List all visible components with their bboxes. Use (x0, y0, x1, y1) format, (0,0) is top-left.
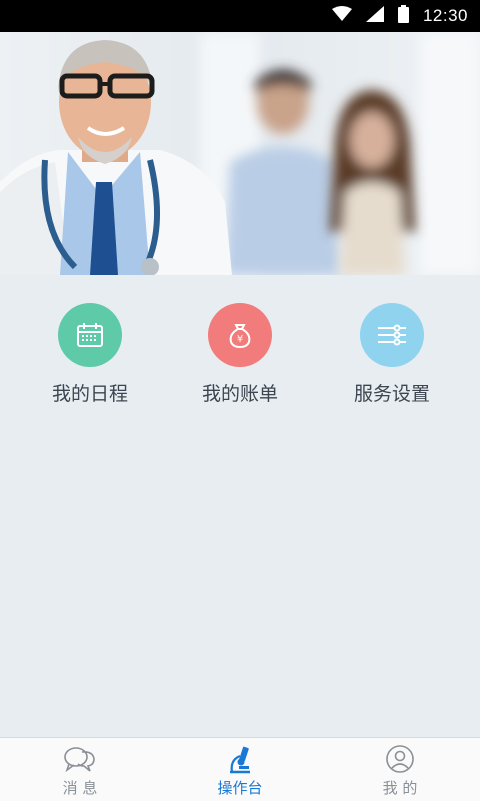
schedule-label: 我的日程 (51, 383, 128, 405)
signal-icon (365, 6, 384, 26)
money-bag-icon: ¥ (208, 303, 272, 367)
bill-button[interactable]: ¥ 我的账单 (160, 275, 320, 425)
nav-me-label: 我 的 (382, 779, 418, 797)
nav-me[interactable]: 我 的 (320, 738, 480, 801)
status-time: 12:30 (422, 6, 468, 25)
nav-messages[interactable]: 消 息 (0, 738, 160, 801)
schedule-button[interactable]: 我的日程 (10, 275, 170, 425)
sliders-icon (360, 303, 424, 367)
bill-label: 我的账单 (201, 383, 278, 405)
quick-actions: 我的日程 ¥ 我的账单 服务设置 (0, 275, 480, 425)
status-bar: 12:30 (0, 0, 480, 32)
service-settings-label: 服务设置 (353, 383, 430, 405)
nav-workbench[interactable]: 操作台 (160, 738, 320, 801)
nav-messages-label: 消 息 (62, 779, 98, 797)
status-icons: 12:30 (331, 0, 468, 32)
wifi-icon (331, 6, 352, 26)
battery-icon (397, 5, 409, 27)
service-settings-button[interactable]: 服务设置 (312, 275, 472, 425)
svg-text:¥: ¥ (237, 334, 243, 345)
chat-bubbles-icon (62, 744, 98, 774)
user-icon (382, 744, 418, 774)
microscope-icon (222, 744, 258, 774)
bottom-navigation: 消 息 操作台 我 的 (0, 737, 480, 801)
calendar-icon (58, 303, 122, 367)
banner-image (0, 32, 480, 275)
nav-workbench-label: 操作台 (217, 779, 263, 797)
banner-illustration (0, 32, 480, 275)
